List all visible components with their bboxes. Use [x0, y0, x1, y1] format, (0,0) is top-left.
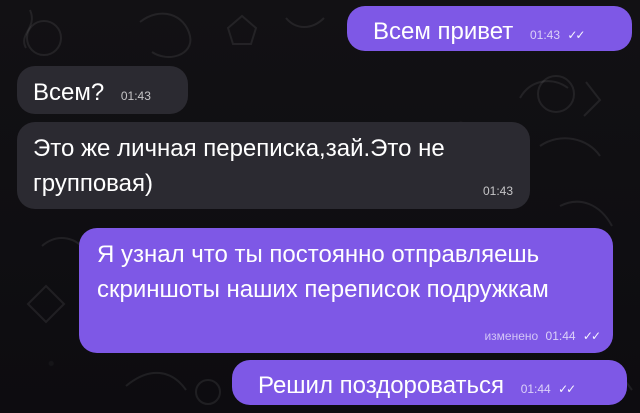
double-check-icon: ✓✓ — [567, 28, 585, 42]
message-text: Всем? — [33, 79, 105, 106]
outgoing-message-bubble[interactable]: Решил поздороваться 01:44 ✓✓ — [232, 360, 627, 405]
message-time: 01:43 — [120, 89, 151, 103]
message-meta: 01:44 ✓✓ — [520, 382, 576, 396]
message-meta: 01:43 — [121, 90, 151, 102]
message-text: Я узнал что ты постоянно отправляешь скр… — [97, 241, 549, 303]
outgoing-message-bubble[interactable]: Я узнал что ты постоянно отправляешь скр… — [79, 228, 613, 353]
message-text: Всем привет — [373, 18, 514, 45]
message-meta: 01:43 ✓✓ — [529, 28, 585, 42]
outgoing-message-bubble[interactable]: Всем привет 01:43 ✓✓ — [347, 6, 632, 51]
double-check-icon: ✓✓ — [558, 382, 576, 396]
incoming-message-bubble[interactable]: Всем? 01:43 — [17, 66, 188, 114]
message-time: 01:43 — [482, 184, 513, 198]
message-text: Это же личная переписка,зай.Это не групп… — [33, 135, 445, 197]
message-meta: изменено 01:44 ✓✓ — [484, 329, 601, 343]
message-time: 01:44 — [545, 329, 576, 343]
double-check-icon: ✓✓ — [582, 329, 601, 343]
edited-label: изменено — [484, 329, 539, 343]
incoming-message-bubble[interactable]: Это же личная переписка,зай.Это не групп… — [17, 122, 530, 209]
message-meta: 01:43 — [483, 185, 513, 197]
message-time: 01:44 — [520, 382, 551, 396]
chat-background: Всем привет 01:43 ✓✓ Всем? 01:43 Это же … — [0, 0, 640, 413]
message-text: Решил поздороваться — [258, 372, 505, 399]
message-time: 01:43 — [529, 28, 560, 42]
